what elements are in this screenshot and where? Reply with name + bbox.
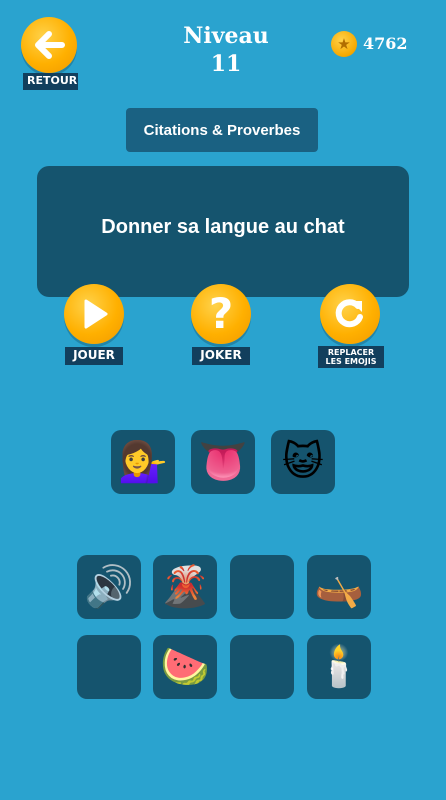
joker-button-label: JOKER <box>192 347 250 365</box>
replace-label-line2: LES EMOJIS <box>325 357 377 367</box>
speaker-icon: 🔊 <box>84 564 134 610</box>
back-button[interactable] <box>21 17 77 73</box>
level-title: Niveau 11 <box>163 22 289 78</box>
coin-count: 4762 <box>363 34 408 53</box>
phrase-text: Donner sa langue au chat <box>101 216 345 238</box>
replace-emojis-button-label: REPLACER LES EMOJIS <box>318 346 384 369</box>
replace-label-line1: REPLACER <box>327 348 375 357</box>
woman-tipping-hand-icon: 💁‍♀️ <box>118 439 168 485</box>
pool-tile-empty[interactable] <box>77 635 141 699</box>
back-button-label: RETOUR <box>23 73 78 90</box>
pool-tile[interactable]: 🛶 <box>307 555 371 619</box>
pool-tile[interactable]: 🕯️ <box>307 635 371 699</box>
play-icon <box>84 299 108 329</box>
pool-tile-empty[interactable] <box>230 555 294 619</box>
level-label: Niveau <box>183 23 269 49</box>
answer-slot[interactable]: 😺 <box>271 430 335 494</box>
play-button[interactable] <box>64 284 124 344</box>
phrase-card: Donner sa langue au chat <box>37 166 409 297</box>
tongue-icon: 👅 <box>198 439 248 485</box>
question-mark-icon: ? <box>208 289 234 338</box>
answer-slot[interactable]: 👅 <box>191 430 255 494</box>
canoe-icon: 🛶 <box>314 564 364 610</box>
refresh-icon <box>335 299 363 328</box>
pool-tile[interactable]: 🍉 <box>153 635 217 699</box>
answer-slot[interactable]: 💁‍♀️ <box>111 430 175 494</box>
pool-tile[interactable]: 🌋 <box>153 555 217 619</box>
play-button-label: JOUER <box>65 347 123 365</box>
candle-icon: 🕯️ <box>314 644 364 690</box>
watermelon-icon: 🍉 <box>160 644 210 690</box>
pool-tile-empty[interactable] <box>230 635 294 699</box>
coin-icon: ★ <box>331 31 357 57</box>
volcano-icon: 🌋 <box>160 564 210 610</box>
replace-emojis-button[interactable] <box>320 284 380 344</box>
joker-button[interactable]: ? <box>191 284 251 344</box>
pool-tile[interactable]: 🔊 <box>77 555 141 619</box>
category-label: Citations & Proverbes <box>126 108 318 152</box>
smiling-cat-icon: 😺 <box>282 439 324 485</box>
arrow-left-icon <box>35 31 65 59</box>
level-number: 11 <box>210 51 242 77</box>
